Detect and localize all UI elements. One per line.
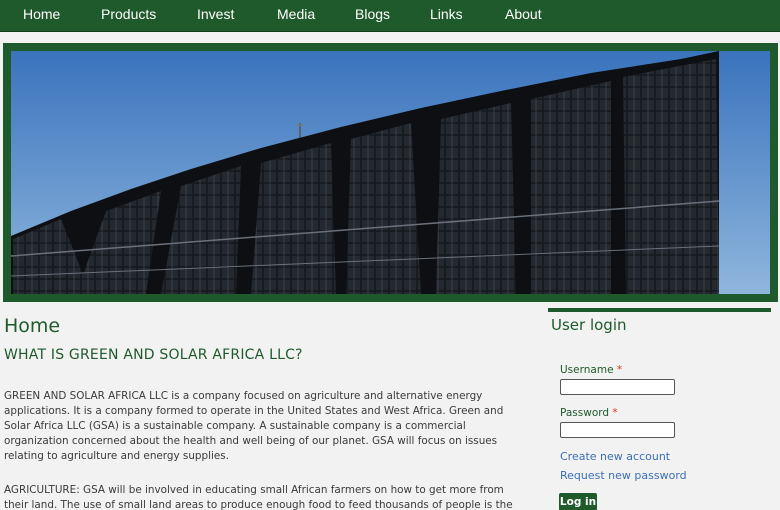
nav-links[interactable]: Links [430, 6, 463, 22]
login-button[interactable]: Log in [559, 493, 597, 510]
username-label: Username * [560, 364, 623, 376]
required-mark: * [616, 364, 623, 376]
page-subtitle: WHAT IS GREEN AND SOLAR AFRICA LLC? [4, 347, 303, 363]
username-input[interactable] [560, 379, 675, 395]
main-navigation: Home Products Invest Media Blogs Links A… [0, 0, 780, 32]
request-password-link[interactable]: Request new password [560, 469, 687, 482]
password-label: Password * [560, 407, 618, 419]
nav-products[interactable]: Products [101, 6, 156, 22]
nav-media[interactable]: Media [277, 6, 315, 22]
create-account-link[interactable]: Create new account [560, 450, 670, 463]
login-divider [548, 308, 771, 312]
page-title: Home [4, 315, 61, 337]
required-mark: * [612, 407, 618, 419]
login-title: User login [551, 316, 627, 334]
nav-about[interactable]: About [505, 6, 542, 22]
nav-home[interactable]: Home [23, 6, 60, 22]
nav-blogs[interactable]: Blogs [355, 6, 390, 22]
password-input[interactable] [560, 422, 675, 438]
agriculture-paragraph: AGRICULTURE: GSA will be involved in edu… [4, 484, 513, 510]
nav-invest[interactable]: Invest [197, 6, 234, 22]
solar-panels-image [11, 51, 770, 294]
banner-frame [3, 43, 778, 302]
intro-paragraph: GREEN AND SOLAR AFRICA LLC is a company … [4, 390, 504, 462]
